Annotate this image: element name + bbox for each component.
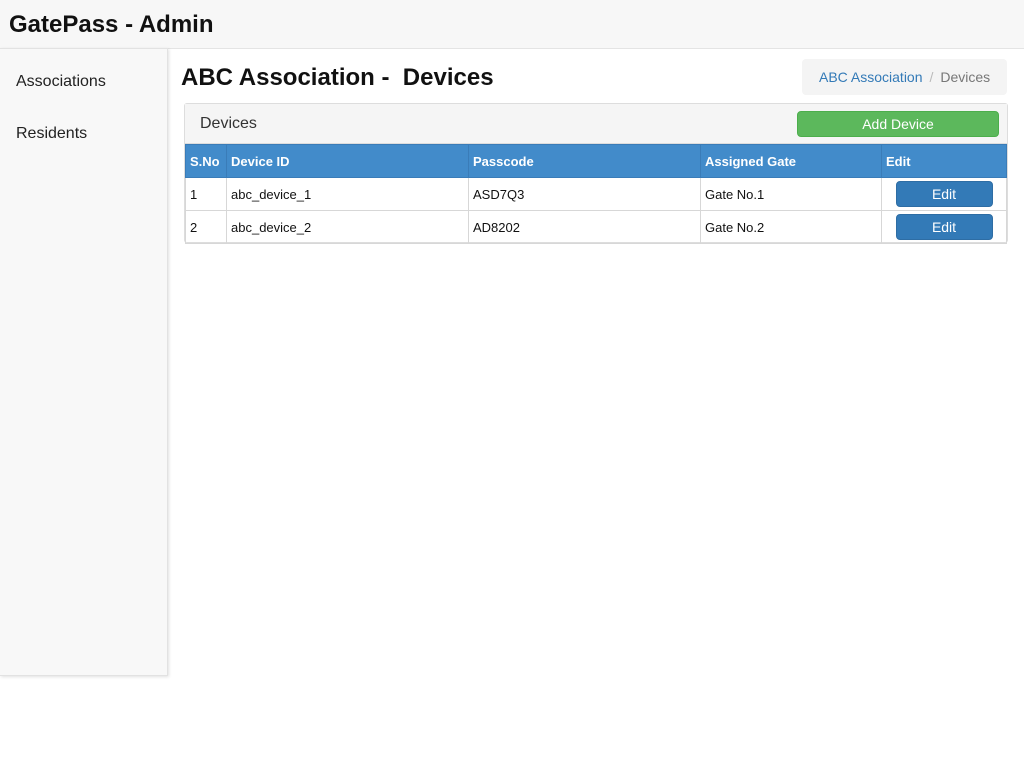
page-title: ABC Association - Devices <box>181 64 494 91</box>
cell-assigned-gate: Gate No.2 <box>700 210 882 244</box>
panel-title: Devices <box>200 115 257 132</box>
breadcrumb-separator: / <box>929 69 934 85</box>
column-header-device-id: Device ID <box>226 144 469 178</box>
sidebar: Associations Residents <box>0 48 168 676</box>
devices-panel: Devices Add Device S.No Device ID Passco… <box>184 103 1008 244</box>
edit-device-button[interactable]: Edit <box>895 214 993 240</box>
breadcrumb-current: Devices <box>940 69 991 85</box>
table-header-row: S.No Device ID Passcode Assigned Gate Ed… <box>185 144 1007 178</box>
cell-assigned-gate: Gate No.1 <box>700 177 882 211</box>
cell-sno: 1 <box>185 177 227 211</box>
breadcrumb: ABC Association / Devices <box>802 59 1007 95</box>
devices-table: S.No Device ID Passcode Assigned Gate Ed… <box>185 144 1007 244</box>
table-row: 2 abc_device_2 AD8202 Gate No.2 Edit <box>185 210 1007 244</box>
sidebar-item-associations[interactable]: Associations <box>16 72 106 92</box>
column-header-sno: S.No <box>185 144 227 178</box>
column-header-edit: Edit <box>881 144 1007 178</box>
cell-device-id: abc_device_1 <box>226 177 469 211</box>
cell-edit: Edit <box>881 177 1007 211</box>
cell-sno: 2 <box>185 210 227 244</box>
add-device-button[interactable]: Add Device <box>797 111 999 137</box>
column-header-passcode: Passcode <box>468 144 701 178</box>
cell-edit: Edit <box>881 210 1007 244</box>
sidebar-item-residents[interactable]: Residents <box>16 124 87 144</box>
table-row: 1 abc_device_1 ASD7Q3 Gate No.1 Edit <box>185 177 1007 211</box>
cell-passcode: AD8202 <box>468 210 701 244</box>
app-title: GatePass - Admin <box>9 11 214 38</box>
top-navbar: GatePass - Admin <box>0 0 1024 49</box>
cell-passcode: ASD7Q3 <box>468 177 701 211</box>
cell-device-id: abc_device_2 <box>226 210 469 244</box>
edit-device-button[interactable]: Edit <box>895 181 993 207</box>
column-header-assigned-gate: Assigned Gate <box>700 144 882 178</box>
panel-heading: Devices Add Device <box>185 104 1007 144</box>
breadcrumb-link-association[interactable]: ABC Association <box>819 69 923 85</box>
